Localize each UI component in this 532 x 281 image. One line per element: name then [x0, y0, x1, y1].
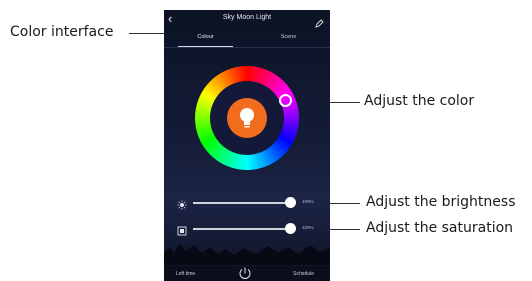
brightness-sun-icon — [177, 197, 187, 210]
edit-icon[interactable] — [315, 15, 324, 33]
brightness-knob[interactable] — [285, 197, 296, 208]
saturation-knob[interactable] — [285, 223, 296, 234]
callout-line-color-interface — [129, 33, 164, 34]
saturation-track[interactable] — [193, 228, 291, 230]
color-wheel-center — [210, 81, 284, 155]
callout-color-interface: Color interface — [10, 24, 114, 40]
left-time-button[interactable]: Left time — [176, 271, 195, 277]
tab-bar: Colour Scene — [164, 34, 330, 48]
saturation-square-icon — [177, 223, 187, 236]
bulb-toggle-button[interactable] — [227, 98, 267, 138]
phone-screen: ‹ Sky Moon Light Colour Scene 100% 100% … — [164, 10, 330, 281]
brightness-slider[interactable]: 100% — [174, 197, 324, 210]
top-bar: ‹ Sky Moon Light — [164, 10, 330, 32]
color-wheel[interactable] — [195, 66, 299, 170]
callout-adjust-brightness: Adjust the brightness — [366, 194, 516, 210]
tab-scene[interactable]: Scene — [247, 34, 330, 40]
bulb-icon — [240, 108, 254, 128]
callout-adjust-saturation: Adjust the saturation — [366, 220, 514, 236]
tab-colour[interactable]: Colour — [164, 34, 247, 40]
saturation-value: 100% — [302, 225, 314, 230]
brightness-value: 100% — [302, 199, 314, 204]
schedule-button[interactable]: Schedule — [293, 271, 314, 277]
tree-silhouette — [164, 243, 330, 265]
bottom-bar: Left time Schedule — [164, 266, 330, 281]
saturation-slider[interactable]: 100% — [174, 223, 324, 236]
device-title: Sky Moon Light — [222, 14, 272, 21]
color-picker-handle[interactable] — [279, 94, 292, 107]
tab-divider — [164, 47, 330, 48]
power-icon[interactable] — [237, 266, 253, 281]
callout-adjust-color: Adjust the color — [364, 93, 475, 109]
brightness-track[interactable] — [193, 202, 291, 204]
